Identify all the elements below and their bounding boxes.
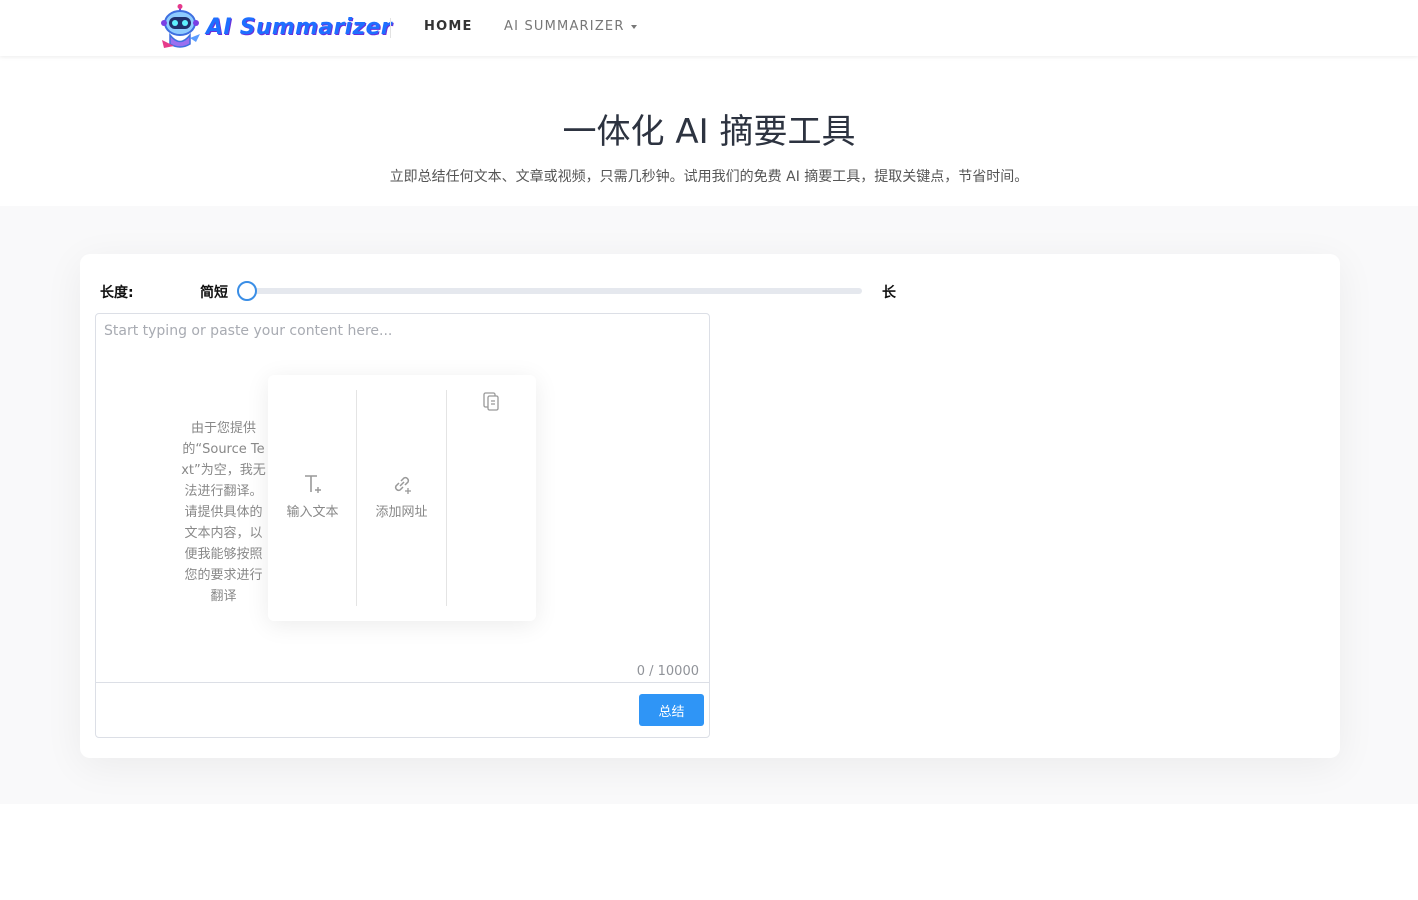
option-paste[interactable] — [446, 375, 535, 621]
length-long-label: 长 — [882, 285, 896, 301]
option-add-url-label: 添加网址 — [375, 505, 428, 520]
page-subtitle: 立即总结任何文本、文章或视频，只需几秒钟。试用我们的免费 AI 摘要工具，提取关… — [389, 169, 1029, 185]
option-input-text[interactable]: 输入文本 — [268, 375, 357, 621]
paste-icon — [446, 390, 535, 416]
page-title: 一体化 AI 摘要工具 — [562, 112, 856, 152]
option-input-text-label: 输入文本 — [286, 505, 339, 520]
robot-logo-icon — [156, 4, 204, 50]
nav-ai-summarizer-dropdown[interactable]: AI SUMMARIZER — [504, 19, 637, 34]
caret-down-icon — [630, 24, 637, 29]
nav-ai-summarizer-label: AI SUMMARIZER — [504, 19, 625, 34]
nav-divider — [390, 18, 391, 38]
option-paste-label: 由于您提供的“Source Text”为空，我无法进行翻译。请提供具体的文本内容… — [181, 421, 266, 604]
input-options-panel: 输入文本 添加网址 — [268, 375, 536, 621]
top-navbar: AI Summarizer HOME AI SUMMARIZER — [0, 0, 1418, 56]
summarize-button[interactable]: 总结 — [639, 694, 704, 726]
option-add-url[interactable]: 添加网址 — [357, 375, 446, 621]
text-add-icon — [268, 473, 357, 499]
logo[interactable]: AI Summarizer — [156, 4, 392, 50]
nav-home-link[interactable]: HOME — [424, 19, 473, 34]
length-short-label: 简短 — [200, 285, 228, 301]
char-count: 0 / 10000 — [636, 664, 699, 679]
length-label: 长度: — [100, 285, 134, 301]
logo-text: AI Summarizer — [206, 14, 392, 40]
link-add-icon — [357, 473, 446, 499]
length-slider-track[interactable] — [247, 288, 862, 294]
length-slider-thumb[interactable] — [237, 281, 257, 301]
editor-divider — [96, 682, 709, 683]
